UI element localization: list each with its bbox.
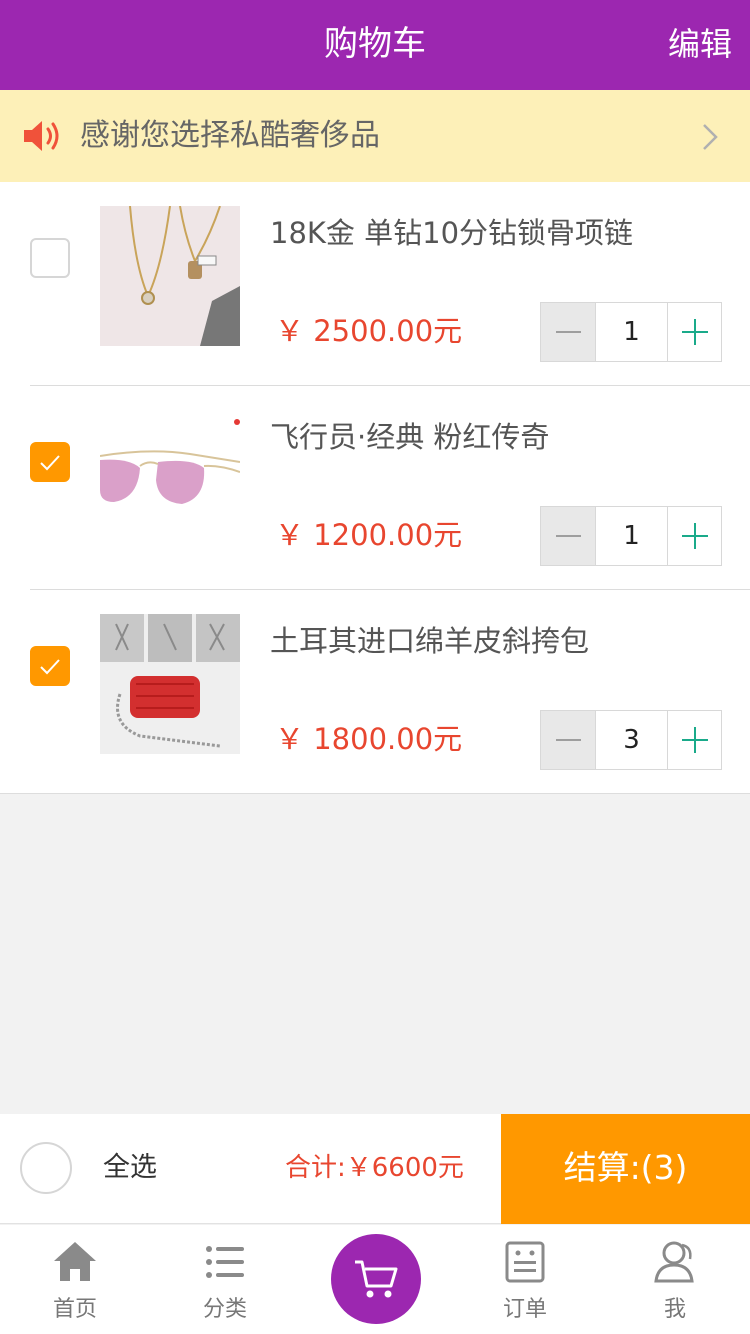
tab-label: 分类 (202, 1297, 247, 1322)
quantity-stepper: 3 (540, 710, 722, 770)
decrease-button[interactable] (541, 303, 596, 361)
decrease-button[interactable] (541, 711, 596, 769)
checkmark-icon (40, 659, 60, 675)
notice-banner[interactable]: 感谢您选择私酷奢侈品 (0, 90, 750, 182)
item-checkbox[interactable] (30, 442, 70, 482)
checkout-button[interactable]: 结算:(3) (501, 1114, 750, 1224)
checkout-bar: 全选 合计:￥6600元 结算:(3) (0, 1114, 750, 1224)
quantity-value[interactable]: 3 (596, 711, 667, 769)
sunglasses-image[interactable] (100, 410, 240, 550)
item-price: ￥ 1800.00元 (275, 722, 463, 756)
list-icon (206, 1246, 244, 1278)
cart-list: 18K金 单钻10分钻锁骨项链 ￥ 2500.00元 1 飞行员·经典 粉红传奇… (0, 182, 750, 794)
select-all-label[interactable]: 全选 (103, 1114, 157, 1224)
nav-header: 购物车 编辑 (0, 0, 750, 90)
tab-orders[interactable]: 订单 (450, 1225, 600, 1334)
tab-home[interactable]: 首页 (0, 1225, 150, 1334)
quantity-stepper: 1 (540, 302, 722, 362)
edit-button[interactable]: 编辑 (668, 0, 732, 90)
tab-label: 我 (663, 1297, 686, 1322)
item-price: ￥ 2500.00元 (275, 314, 463, 348)
tab-label: 订单 (502, 1297, 547, 1322)
quantity-value[interactable]: 1 (596, 303, 667, 361)
select-all-checkbox[interactable] (20, 1142, 72, 1194)
increase-button[interactable] (667, 507, 722, 565)
tab-me[interactable]: 我 (600, 1225, 750, 1334)
notice-text: 感谢您选择私酷奢侈品 (80, 118, 380, 153)
tab-category[interactable]: 分类 (150, 1225, 300, 1334)
tab-label: 首页 (52, 1297, 97, 1322)
total-price: 合计:￥6600元 (285, 1153, 464, 1183)
increase-button[interactable] (667, 303, 722, 361)
necklace-image[interactable] (100, 206, 240, 346)
chevron-right-icon (703, 124, 718, 150)
quantity-stepper: 1 (540, 506, 722, 566)
item-price: ￥ 1200.00元 (275, 518, 463, 552)
item-name[interactable]: 土耳其进口绵羊皮斜挎包 (270, 618, 589, 660)
home-icon (54, 1242, 96, 1281)
decrease-button[interactable] (541, 507, 596, 565)
tab-cart[interactable] (331, 1234, 421, 1324)
item-name[interactable]: 飞行员·经典 粉红传奇 (270, 414, 549, 456)
tab-bar: 首页 分类 订单 我 (0, 1225, 750, 1334)
item-checkbox[interactable] (30, 646, 70, 686)
page-title: 购物车 (324, 24, 426, 64)
increase-button[interactable] (667, 711, 722, 769)
cart-item: 土耳其进口绵羊皮斜挎包 ￥ 1800.00元 3 (0, 590, 750, 794)
item-name[interactable]: 18K金 单钻10分钻锁骨项链 (270, 210, 633, 252)
cart-item: 18K金 单钻10分钻锁骨项链 ￥ 2500.00元 1 (0, 182, 750, 386)
quantity-value[interactable]: 1 (596, 507, 667, 565)
checkmark-icon (40, 455, 60, 471)
user-icon (654, 1241, 694, 1283)
cart-icon (355, 1260, 398, 1298)
order-icon (505, 1241, 545, 1283)
speaker-icon (24, 121, 59, 151)
cart-item: 飞行员·经典 粉红传奇 ￥ 1200.00元 1 (0, 386, 750, 590)
red-bag-image[interactable] (100, 614, 240, 754)
item-checkbox[interactable] (30, 238, 70, 278)
